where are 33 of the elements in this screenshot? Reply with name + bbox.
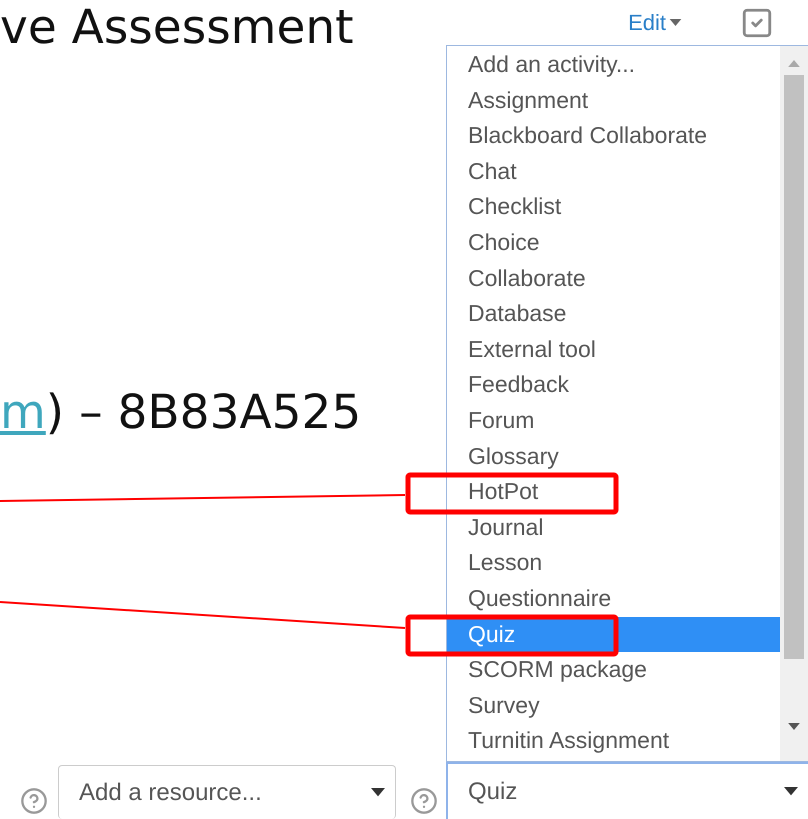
list-option[interactable]: Turnitin Assignment <box>447 723 780 759</box>
activity-select[interactable]: Quiz <box>446 762 808 819</box>
heading: ve Assessment <box>0 0 355 55</box>
list-option[interactable]: Choice <box>447 224 780 261</box>
list-option[interactable]: Chat <box>447 154 780 190</box>
scroll-up-icon[interactable] <box>788 60 800 67</box>
list-option[interactable]: Add an activity... <box>447 47 780 83</box>
list-option[interactable]: Journal <box>447 510 780 546</box>
list-option[interactable]: Forum <box>447 402 780 439</box>
scroll-down-icon[interactable] <box>788 723 800 730</box>
list-option[interactable]: Questionnaire <box>447 580 780 616</box>
list-option[interactable]: SCORM package <box>447 652 780 688</box>
help-icon[interactable] <box>410 787 438 815</box>
scrollbar[interactable] <box>780 46 808 761</box>
caret-icon <box>371 788 385 797</box>
list-option[interactable]: Lesson <box>447 545 780 581</box>
list-option[interactable]: Database <box>447 296 780 332</box>
activity-listbox[interactable] <box>446 45 808 762</box>
code-text: ) – 8B83A525 <box>46 385 362 440</box>
resource-select[interactable]: Add a resource... <box>58 765 396 819</box>
list-option[interactable]: Checklist <box>447 189 780 225</box>
list-option[interactable]: Blackboard Collaborate <box>447 118 780 154</box>
help-icon[interactable] <box>20 787 48 815</box>
list-option[interactable]: Survey <box>447 688 780 724</box>
caret-icon <box>784 787 798 796</box>
caret-icon <box>669 19 682 26</box>
list-option[interactable]: External tool <box>447 332 780 368</box>
list-option[interactable]: HotPot <box>447 474 780 510</box>
edit-menu[interactable]: Edit <box>628 10 682 36</box>
list-option[interactable]: Glossary <box>447 438 780 474</box>
list-option[interactable]: Collaborate <box>447 260 780 296</box>
list-option[interactable]: Assignment <box>447 82 780 118</box>
list-option[interactable]: Feedback <box>447 367 780 403</box>
